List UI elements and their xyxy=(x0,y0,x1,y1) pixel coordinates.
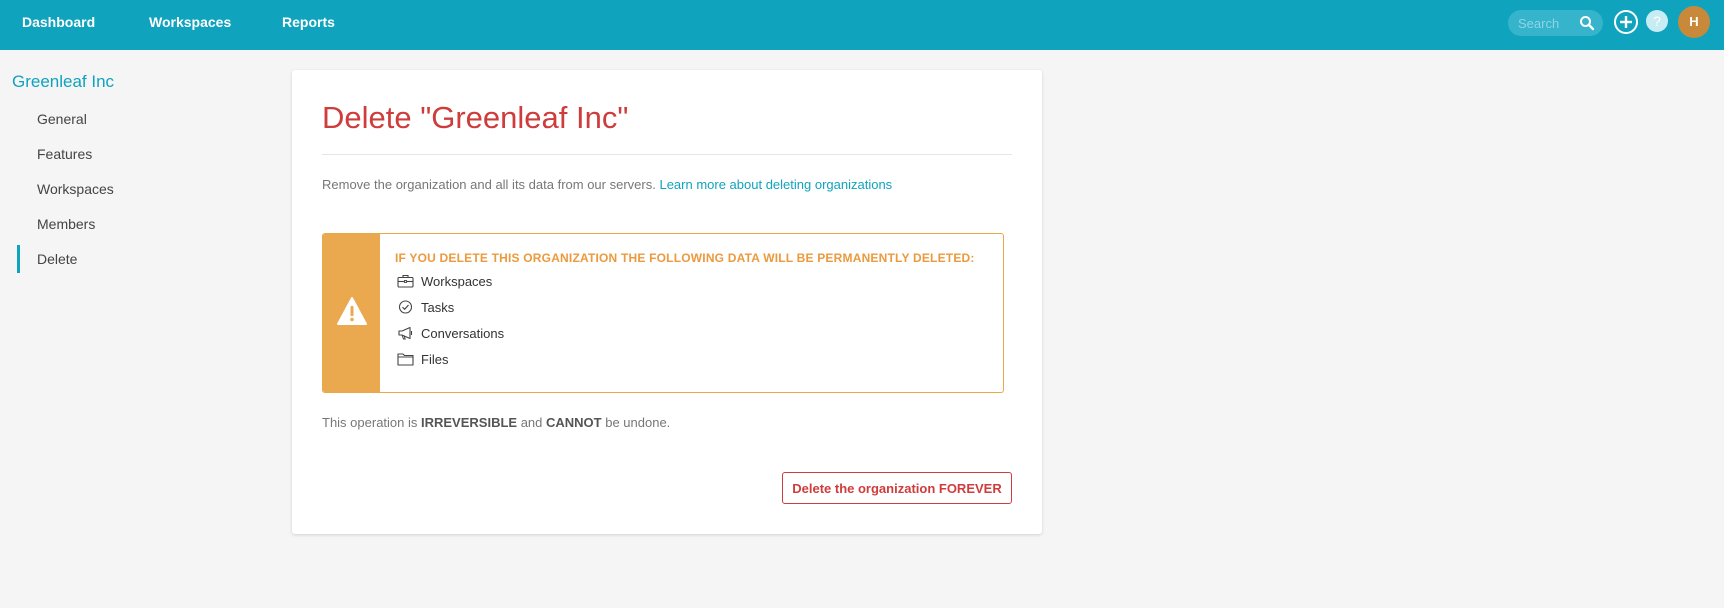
deleted-item-label: Conversations xyxy=(421,326,505,341)
top-nav-bar: Dashboard Workspaces Reports ? H xyxy=(0,0,1724,50)
title-divider xyxy=(322,154,1012,155)
deleted-item-tasks: Tasks xyxy=(397,300,454,315)
user-avatar[interactable]: H xyxy=(1678,6,1710,38)
warning-strip xyxy=(323,234,380,392)
warning-heading: IF YOU DELETE THIS ORGANIZATION THE FOLL… xyxy=(395,251,975,265)
deleted-item-files: Files xyxy=(397,352,448,367)
warning-box: IF YOU DELETE THIS ORGANIZATION THE FOLL… xyxy=(322,233,1004,393)
sidebar-org-name[interactable]: Greenleaf Inc xyxy=(12,72,114,92)
learn-more-link[interactable]: Learn more about deleting organizations xyxy=(659,177,892,192)
nav-dashboard[interactable]: Dashboard xyxy=(22,0,95,50)
search-input[interactable] xyxy=(1518,13,1578,33)
sidebar-item-delete[interactable]: Delete xyxy=(37,251,77,267)
description: Remove the organization and all its data… xyxy=(322,177,892,192)
sidebar-item-general[interactable]: General xyxy=(37,111,87,127)
warning-heading-text: IF YOU DELETE THIS ORGANIZATION THE FOLL… xyxy=(395,251,764,265)
notice-prefix: This operation is xyxy=(322,415,421,430)
sidebar-item-features[interactable]: Features xyxy=(37,146,92,162)
deleted-item-conversations: Conversations xyxy=(397,326,504,341)
deleted-item-label: Tasks xyxy=(421,300,455,315)
nav-workspaces[interactable]: Workspaces xyxy=(149,0,231,50)
sidebar-item-workspaces[interactable]: Workspaces xyxy=(37,181,114,197)
check-circle-icon xyxy=(398,300,413,314)
search-box xyxy=(1508,10,1603,36)
warning-triangle-icon xyxy=(337,297,367,325)
notice-cannot: CANNOT xyxy=(546,415,602,430)
sidebar-item-members[interactable]: Members xyxy=(37,216,95,232)
help-icon[interactable]: ? xyxy=(1646,10,1668,32)
warning-heading-emphasis: WILL BE PERMANENTLY DELETED: xyxy=(763,251,975,265)
deleted-item-workspaces: Workspaces xyxy=(397,274,492,289)
irreversible-notice: This operation is IRREVERSIBLE and CANNO… xyxy=(322,415,670,430)
notice-middle: and xyxy=(517,415,546,430)
delete-organization-card: Delete "Greenleaf Inc" Remove the organi… xyxy=(292,70,1042,534)
folder-icon xyxy=(397,353,414,366)
search-icon[interactable] xyxy=(1579,15,1595,31)
deleted-item-label: Workspaces xyxy=(421,274,493,289)
description-text: Remove the organization and all its data… xyxy=(322,177,656,192)
megaphone-icon xyxy=(398,326,413,340)
page-title: Delete "Greenleaf Inc" xyxy=(322,100,629,135)
add-icon[interactable] xyxy=(1613,9,1639,35)
deleted-item-label: Files xyxy=(421,352,449,367)
delete-forever-button[interactable]: Delete the organization FOREVER xyxy=(782,472,1012,504)
sidebar-active-indicator xyxy=(17,245,20,273)
nav-reports[interactable]: Reports xyxy=(282,0,335,50)
briefcase-icon xyxy=(397,274,414,288)
notice-irreversible: IRREVERSIBLE xyxy=(421,415,518,430)
notice-suffix: be undone. xyxy=(601,415,671,430)
